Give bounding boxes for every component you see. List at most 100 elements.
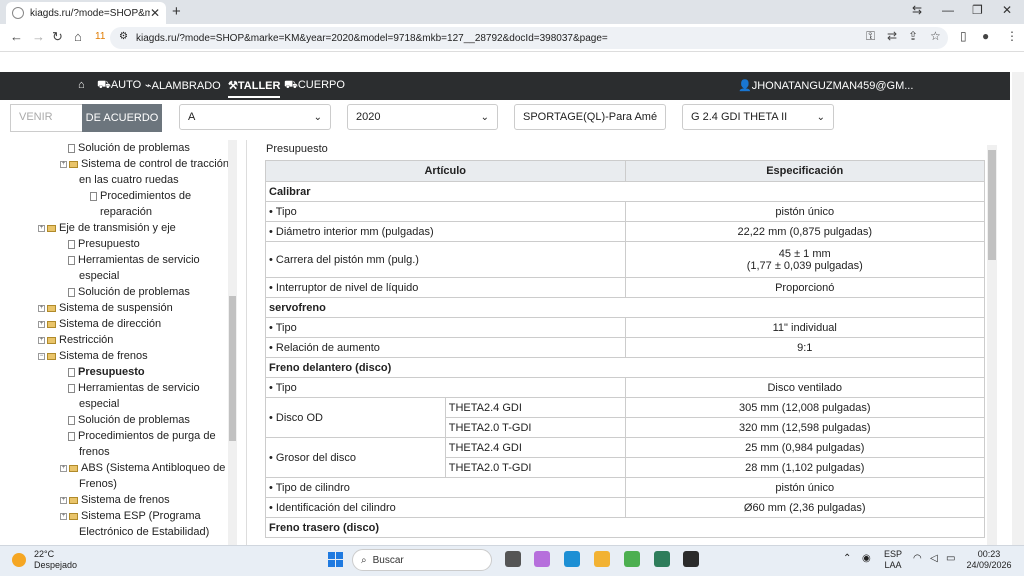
copilot-icon[interactable] [534, 551, 550, 567]
key-icon[interactable]: ⚿ [866, 29, 875, 44]
file-explorer-icon[interactable] [594, 551, 610, 567]
tree-item[interactable]: + Eje de transmisión y eje [38, 220, 176, 236]
tree-item[interactable]: + Sistema de frenos [60, 492, 170, 508]
network-icon[interactable]: ◉ [862, 553, 871, 564]
weather-moon-icon[interactable] [12, 553, 26, 567]
browser-tab[interactable]: kiagds.ru/?mode=SHOP&marke= ✕ [6, 2, 166, 24]
menu-icon[interactable]: ⋮ [1006, 29, 1018, 43]
year-select[interactable]: 2020 ⌄ [347, 104, 498, 130]
minimize-icon[interactable]: — [942, 3, 954, 17]
chevron-up-icon[interactable]: ⌃ [843, 553, 851, 564]
app-icon[interactable] [683, 551, 699, 567]
tree-item[interactable]: − Sistema de frenos [38, 348, 148, 364]
home-icon[interactable]: ⌂ [74, 29, 82, 44]
chevron-down-icon: ⌄ [816, 111, 825, 123]
page-title: Presupuesto [266, 143, 328, 155]
tree-item-selected[interactable]: Presupuesto [68, 364, 145, 380]
tree-item-cont: frenos [79, 446, 110, 458]
tree-item[interactable]: + Sistema de dirección [38, 316, 161, 332]
url-bar[interactable]: ⚙ kiagds.ru/?mode=SHOP&marke=KM&year=202… [110, 27, 948, 49]
wiring-icon: ⌁ [145, 80, 152, 92]
tree-item[interactable]: Presupuesto [68, 236, 140, 252]
share-icon[interactable]: ⇪ [908, 29, 918, 43]
globe-icon [12, 7, 24, 19]
nav-wiring[interactable]: ⌁ALAMBRADO [145, 79, 221, 92]
folder-icon [47, 336, 56, 344]
sidepanel-icon[interactable]: ▯ [960, 29, 967, 43]
expand-icon[interactable]: + [38, 320, 45, 328]
expand-icon[interactable]: + [60, 160, 67, 168]
truck-icon: ⛟ [284, 79, 298, 91]
forward-icon[interactable]: → [32, 29, 45, 44]
section-header: Freno trasero (disco) [265, 517, 985, 538]
expand-icon[interactable]: + [60, 496, 67, 504]
nav-auto[interactable]: ⛟AUTO [97, 79, 141, 93]
back-icon[interactable]: ← [10, 29, 23, 44]
content-scroll-thumb[interactable] [988, 150, 996, 260]
tree-item[interactable]: + Sistema de control de tracción [60, 156, 229, 172]
column-header-article: Artículo [265, 160, 626, 182]
reload-icon[interactable]: ↻ [52, 29, 63, 45]
folder-icon [69, 464, 78, 472]
maximize-icon[interactable]: ❐ [972, 3, 983, 17]
page-scrollbar[interactable] [1012, 72, 1024, 545]
tree-item[interactable]: Solución de problemas [68, 412, 190, 428]
clock[interactable]: 00:23 24/09/2026 [966, 549, 1012, 571]
engine-select[interactable]: G 2.4 GDI THETA II ⌄ [682, 104, 834, 130]
app-icon[interactable] [654, 551, 670, 567]
tree-item[interactable]: + Sistema de suspensión [38, 300, 173, 316]
volume-icon[interactable]: ◁ [930, 553, 938, 564]
expand-icon[interactable]: + [38, 336, 45, 344]
bookmark-star-icon[interactable]: ☆ [930, 29, 941, 43]
table-row: • Interruptor de nivel de líquido Proporc… [265, 277, 985, 298]
tree-item[interactable]: Procedimientos de [90, 188, 191, 204]
make-select[interactable]: A ⌄ [179, 104, 331, 130]
extension-badge[interactable]: 11 [95, 31, 105, 42]
edge-icon[interactable] [564, 551, 580, 567]
translate-icon[interactable]: ⇆ [912, 3, 922, 17]
model-select[interactable]: SPORTAGE(QL)-Para Amé⌄ [514, 104, 666, 130]
divider [246, 140, 247, 545]
close-window-icon[interactable]: ✕ [1002, 3, 1012, 17]
chevron-down-icon: ⌄ [313, 111, 322, 123]
home-nav-icon[interactable]: ⌂ [78, 79, 85, 91]
tree-item[interactable]: + ABS (Sistema Antibloqueo de [60, 460, 225, 476]
sidebar-tree: Solución de problemas + Sistema de contro… [0, 140, 238, 545]
document-icon [68, 287, 75, 297]
language-indicator[interactable]: ESP LAA [884, 549, 902, 571]
vin-input[interactable]: VENIR [10, 104, 82, 132]
tree-item[interactable]: Solución de problemas [68, 284, 190, 300]
tree-item[interactable]: Herramientas de servicio [68, 252, 200, 268]
taskbar-search[interactable]: ⌕ Buscar [352, 549, 492, 571]
expand-icon[interactable]: + [60, 464, 67, 472]
agree-button[interactable]: DE ACUERDO [82, 104, 162, 132]
tree-item[interactable]: + Sistema ESP (Programa [60, 508, 201, 524]
tree-item[interactable]: Procedimientos de purga de [68, 428, 216, 444]
profile-icon[interactable]: ● [982, 29, 989, 43]
nav-shop[interactable]: ⚒TALLER [228, 79, 281, 98]
wifi-icon[interactable]: ◠ [913, 553, 922, 564]
translate-page-icon[interactable]: ⇄ [887, 29, 897, 43]
tree-item[interactable]: Solución de problemas [68, 140, 190, 156]
table-row: • Identificación del cilindro Ø60 mm (2,3… [265, 497, 985, 518]
close-tab-icon[interactable]: ✕ [150, 6, 160, 20]
document-icon [68, 255, 75, 265]
battery-icon[interactable]: ▭ [946, 553, 955, 564]
nav-body[interactable]: ⛟CUERPO [284, 79, 345, 93]
document-icon [68, 239, 75, 249]
windows-start-icon[interactable] [328, 552, 343, 567]
new-tab-button[interactable]: + [172, 3, 181, 20]
weather-widget[interactable]: 22°C Despejado [34, 549, 77, 571]
tree-item[interactable]: Herramientas de servicio [68, 380, 200, 396]
tree-item-cont: en las cuatro ruedas [79, 174, 179, 186]
chrome-icon[interactable] [624, 551, 640, 567]
expand-icon[interactable]: + [60, 512, 67, 520]
nav-user[interactable]: 👤JHONATANGUZMAN459@GM... [738, 79, 913, 92]
collapse-icon[interactable]: − [38, 352, 45, 360]
tree-item[interactable]: + Restricción [38, 332, 113, 348]
expand-icon[interactable]: + [38, 224, 45, 232]
task-view-icon[interactable] [505, 551, 521, 567]
site-info-icon[interactable]: ⚙ [119, 31, 128, 42]
expand-icon[interactable]: + [38, 304, 45, 312]
sidebar-scroll-thumb[interactable] [229, 296, 236, 441]
